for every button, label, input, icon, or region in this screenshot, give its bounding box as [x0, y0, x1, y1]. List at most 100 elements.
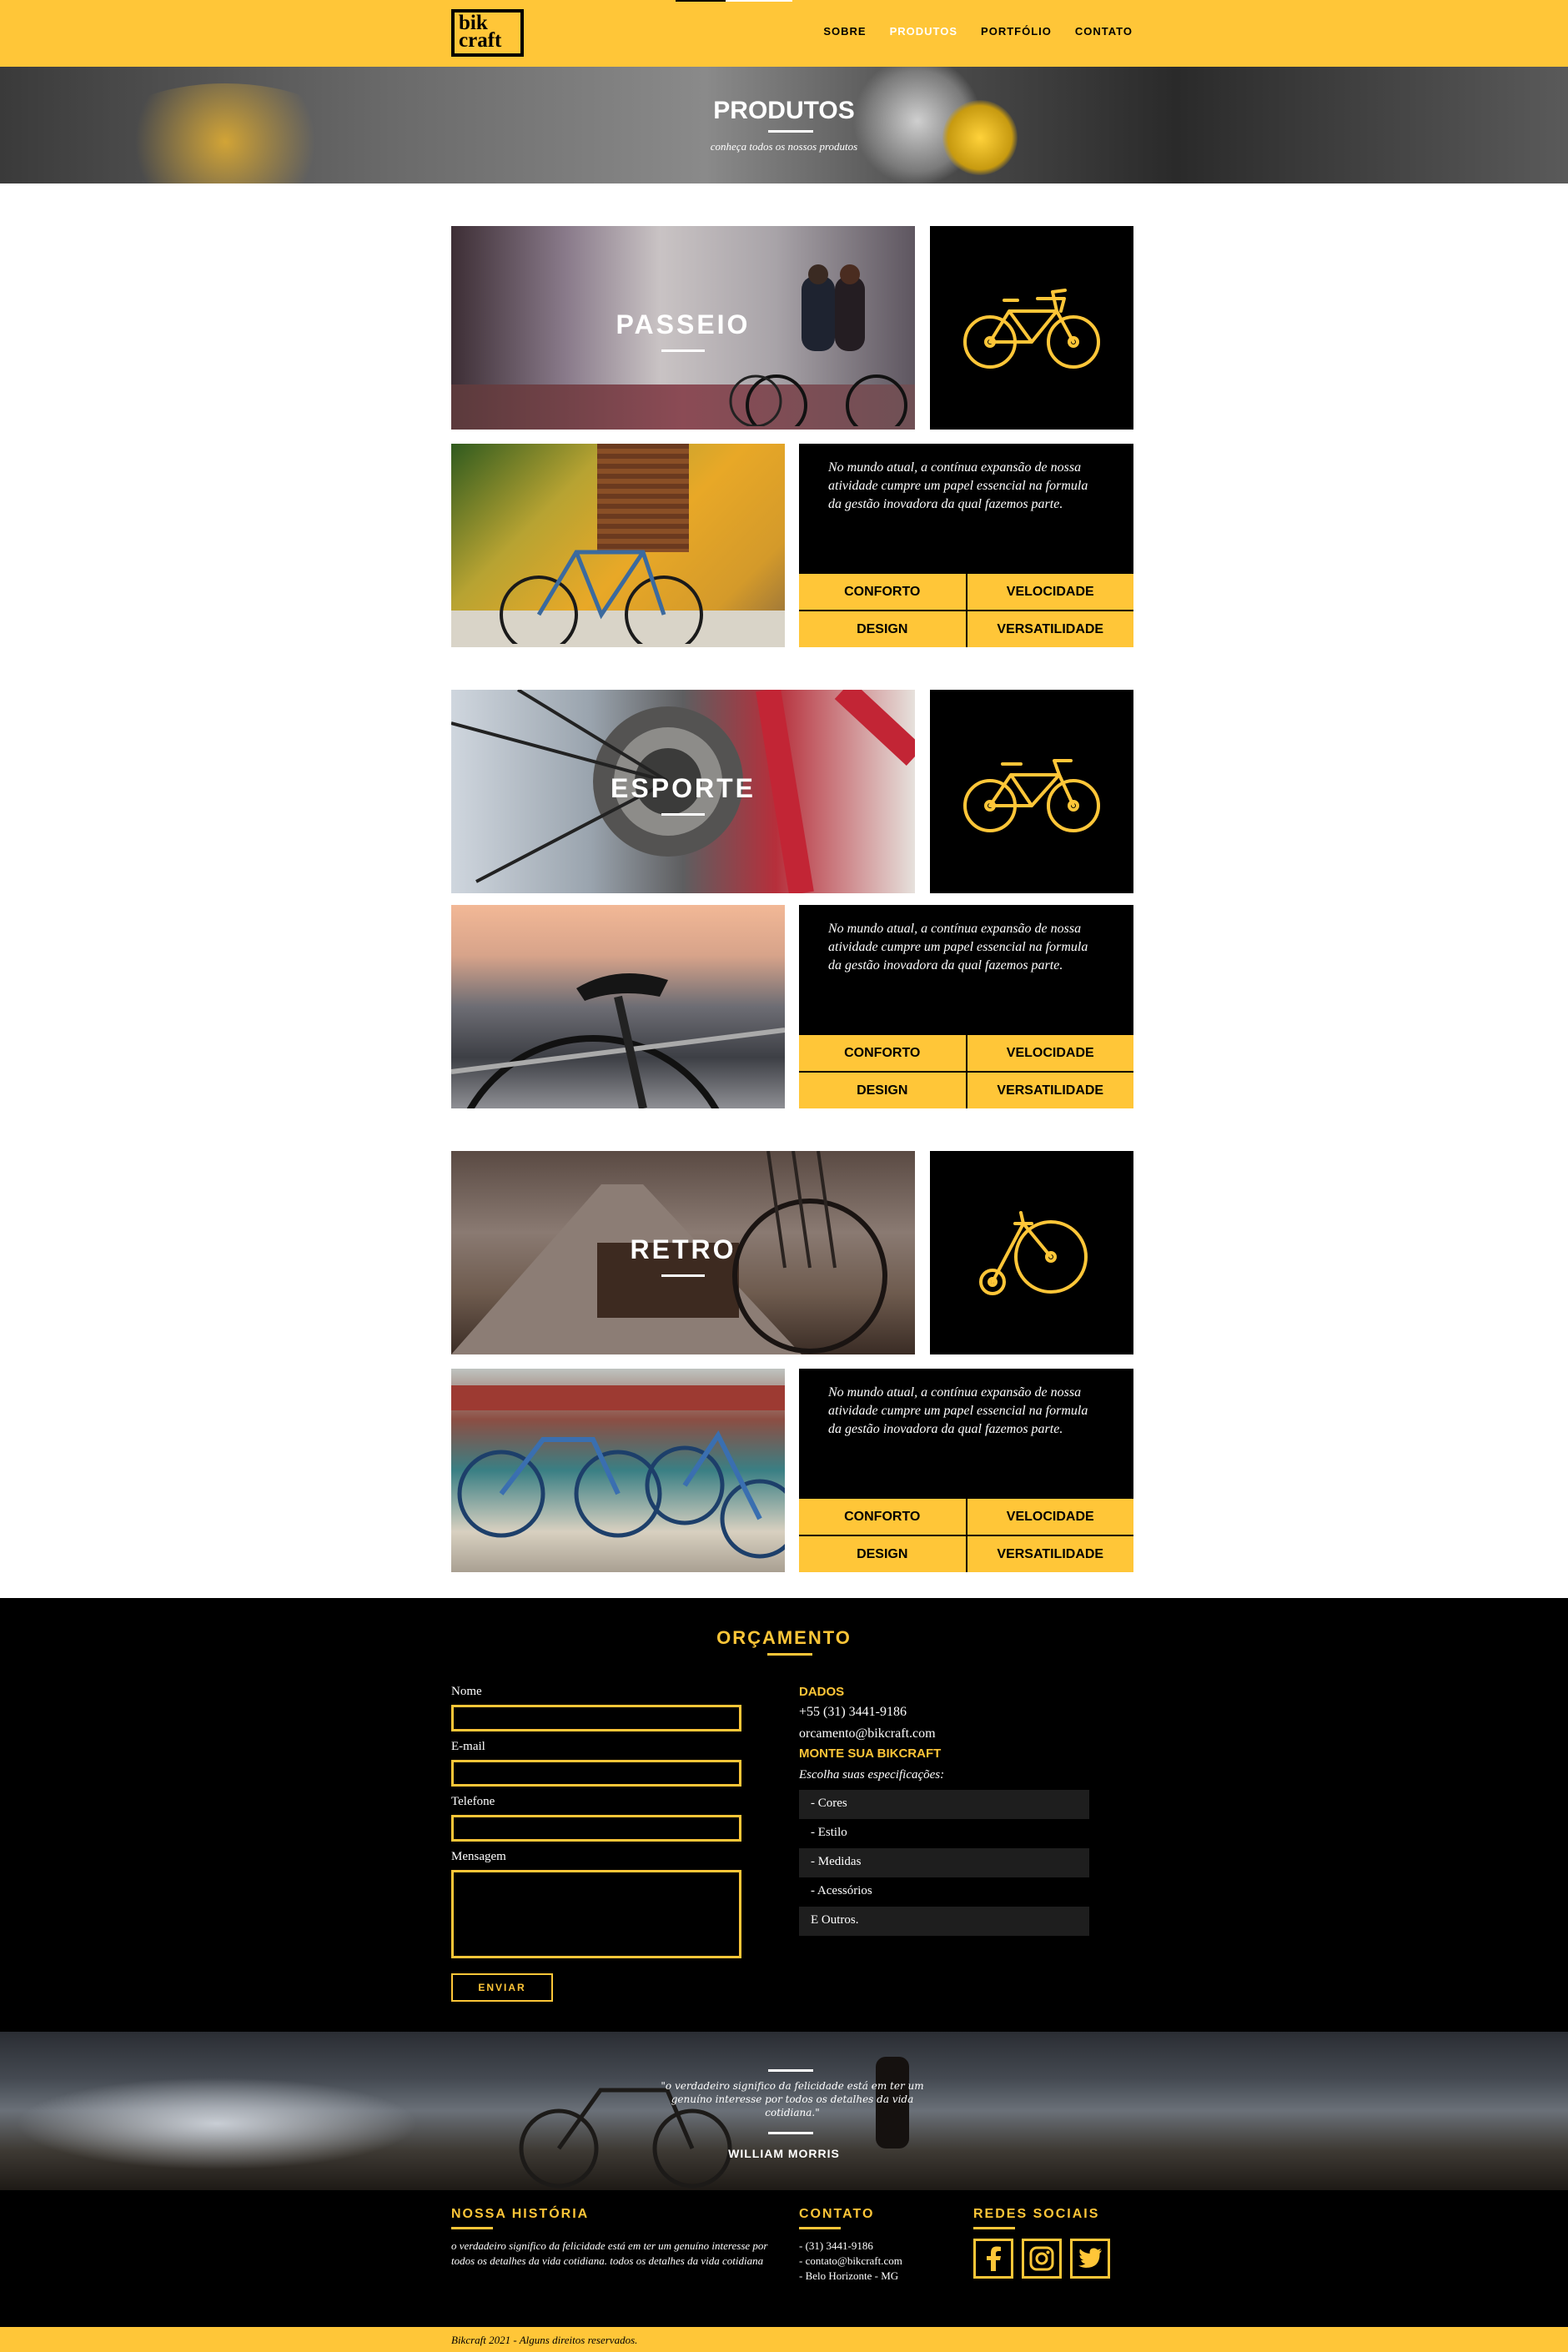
contact-line: - (31) 3441-9186 — [799, 2239, 873, 2252]
product-description-text: No mundo atual, a contínua expansão de n… — [828, 922, 1088, 972]
feature-label: VELOCIDADE — [967, 1499, 1133, 1535]
penny-farthing-icon — [979, 1211, 1088, 1295]
facebook-icon — [987, 2246, 1001, 2271]
message-field[interactable] — [451, 1870, 741, 1958]
contact-line: - Belo Horizonte - MG — [799, 2269, 899, 2282]
copyright-text: Bikcraft 2021 - Alguns direitos reservad… — [451, 2334, 638, 2346]
main-nav: SOBRE PRODUTOS PORTFÓLIO CONTATO — [823, 25, 1133, 38]
title-underline — [661, 349, 705, 352]
product-title-esporte: ESPORTE — [611, 773, 756, 803]
message-label: Mensagem — [451, 1850, 506, 1863]
title-underline — [661, 813, 705, 816]
product-description-text: No mundo atual, a contínua expansão de n… — [828, 460, 1088, 511]
product-photo-retro — [451, 1369, 785, 1572]
road-bike-icon — [963, 759, 1100, 832]
social-heading: REDES SOCIAIS — [973, 2207, 1100, 2221]
product-icon-tile — [930, 690, 1133, 893]
instagram-link[interactable] — [1022, 2239, 1062, 2279]
product-icon-tile — [930, 226, 1133, 430]
title-underline — [768, 130, 813, 133]
heading-underline — [451, 2227, 493, 2229]
product-banner-esporte[interactable]: ESPORTE — [451, 690, 915, 893]
data-heading: DADOS — [799, 1685, 845, 1699]
email-label: E-mail — [451, 1740, 485, 1753]
product-banner-retro[interactable]: RETRO — [451, 1151, 915, 1354]
build-intro: Escolha suas especificações: — [799, 1768, 945, 1782]
product-description-text: No mundo atual, a contínua expansão de n… — [828, 1385, 1088, 1436]
product-description-card: No mundo atual, a contínua expansão de n… — [799, 905, 1133, 1108]
feature-label: DESIGN — [799, 611, 966, 647]
quote-banner: "o verdadeiro significo da felicidade es… — [0, 2032, 1568, 2190]
feature-label: VERSATILIDADE — [967, 1073, 1133, 1108]
nav-item-portfolio[interactable]: PORTFÓLIO — [981, 25, 1052, 38]
nav-item-produtos[interactable]: PRODUTOS — [890, 25, 957, 38]
heading-underline — [973, 2227, 1015, 2229]
nav-item-contato[interactable]: CONTATO — [1075, 25, 1133, 38]
site-header: bik craft SOBRE PRODUTOS PORTFÓLIO CONTA… — [0, 0, 1568, 67]
product-photo-esporte — [451, 905, 785, 1108]
product-photo-passeio — [451, 444, 785, 647]
cyclists-photo — [729, 264, 907, 426]
quote-divider — [768, 2132, 813, 2134]
feature-label: DESIGN — [799, 1073, 966, 1108]
feature-label: VELOCIDADE — [967, 574, 1133, 610]
contact-email: orcamento@bikcraft.com — [799, 1726, 936, 1741]
feature-label: VERSATILIDADE — [967, 1536, 1133, 1572]
feature-label: CONFORTO — [799, 574, 966, 610]
nav-item-sobre[interactable]: SOBRE — [823, 25, 866, 38]
site-footer: NOSSA HISTÓRIA o verdadeiro significo da… — [0, 2190, 1568, 2327]
instagram-icon — [1029, 2246, 1054, 2271]
spec-item: - Medidas — [799, 1848, 1089, 1877]
title-underline — [767, 1653, 812, 1656]
product-description-card: No mundo atual, a contínua expansão de n… — [799, 1369, 1133, 1572]
product-title-passeio: PASSEIO — [616, 309, 751, 339]
product-title-retro: RETRO — [630, 1234, 736, 1264]
spec-item: - Cores — [799, 1790, 1089, 1819]
title-underline — [661, 1274, 705, 1277]
spec-item: - Acessórios — [811, 1884, 872, 1897]
phone-label: Telefone — [451, 1795, 495, 1808]
name-field[interactable] — [451, 1705, 741, 1731]
feature-grid: CONFORTO VELOCIDADE DESIGN VERSATILIDADE — [799, 574, 1133, 647]
feature-label: CONFORTO — [799, 1035, 966, 1071]
phone-field[interactable] — [451, 1815, 741, 1842]
spec-item: E Outros. — [799, 1907, 1089, 1936]
bicycle-photo — [451, 1385, 785, 1559]
quote-author: WILLIAM MORRIS — [728, 2147, 840, 2160]
contact-phone: +55 (31) 3441-9186 — [799, 1705, 907, 1719]
feature-label: CONFORTO — [799, 1499, 966, 1535]
submit-button[interactable]: ENVIAR — [451, 1973, 553, 2002]
logo-text-line2: craft — [459, 29, 502, 52]
quote-background-photo — [519, 2057, 909, 2189]
logo-link[interactable]: bik craft — [451, 9, 524, 57]
history-text: o verdadeiro significo da felicidade est… — [451, 2239, 768, 2267]
contact-line: - contato@bikcraft.com — [799, 2254, 902, 2267]
email-field[interactable] — [451, 1760, 741, 1787]
page-subtitle: conheça todos os nossos produtos — [710, 140, 858, 153]
bicycle-photo — [500, 550, 703, 644]
feature-grid: CONFORTO VELOCIDADE DESIGN VERSATILIDADE — [799, 1499, 1133, 1572]
build-heading: MONTE SUA BIKCRAFT — [799, 1746, 942, 1761]
twitter-icon — [1078, 2248, 1102, 2268]
quote-text: "o verdadeiro significo da felicidade es… — [661, 2080, 924, 2118]
header-accent-line — [676, 0, 726, 2]
facebook-link[interactable] — [973, 2239, 1013, 2279]
heading-underline — [799, 2227, 841, 2229]
page-title: PRODUTOS — [713, 97, 855, 124]
bicycle-photo — [451, 973, 785, 1108]
product-banner-passeio[interactable]: PASSEIO — [451, 226, 915, 430]
page-hero: PRODUTOS conheça todos os nossos produto… — [0, 67, 1568, 183]
product-icon-tile — [930, 1151, 1133, 1354]
feature-label: VERSATILIDADE — [967, 611, 1133, 647]
quote-divider — [768, 2069, 813, 2072]
name-label: Nome — [451, 1685, 482, 1698]
feature-grid: CONFORTO VELOCIDADE DESIGN VERSATILIDADE — [799, 1035, 1133, 1108]
feature-label: VELOCIDADE — [967, 1035, 1133, 1071]
contact-heading: CONTATO — [799, 2207, 875, 2221]
history-heading: NOSSA HISTÓRIA — [451, 2207, 590, 2221]
quote-form-section: ORÇAMENTO Nome E-mail Telefone Mensagem … — [0, 1598, 1568, 2032]
spec-item: - Estilo — [811, 1826, 847, 1839]
product-description-card: No mundo atual, a contínua expansão de n… — [799, 444, 1133, 647]
twitter-link[interactable] — [1070, 2239, 1110, 2279]
copyright-bar: Bikcraft 2021 - Alguns direitos reservad… — [0, 2327, 1568, 2352]
